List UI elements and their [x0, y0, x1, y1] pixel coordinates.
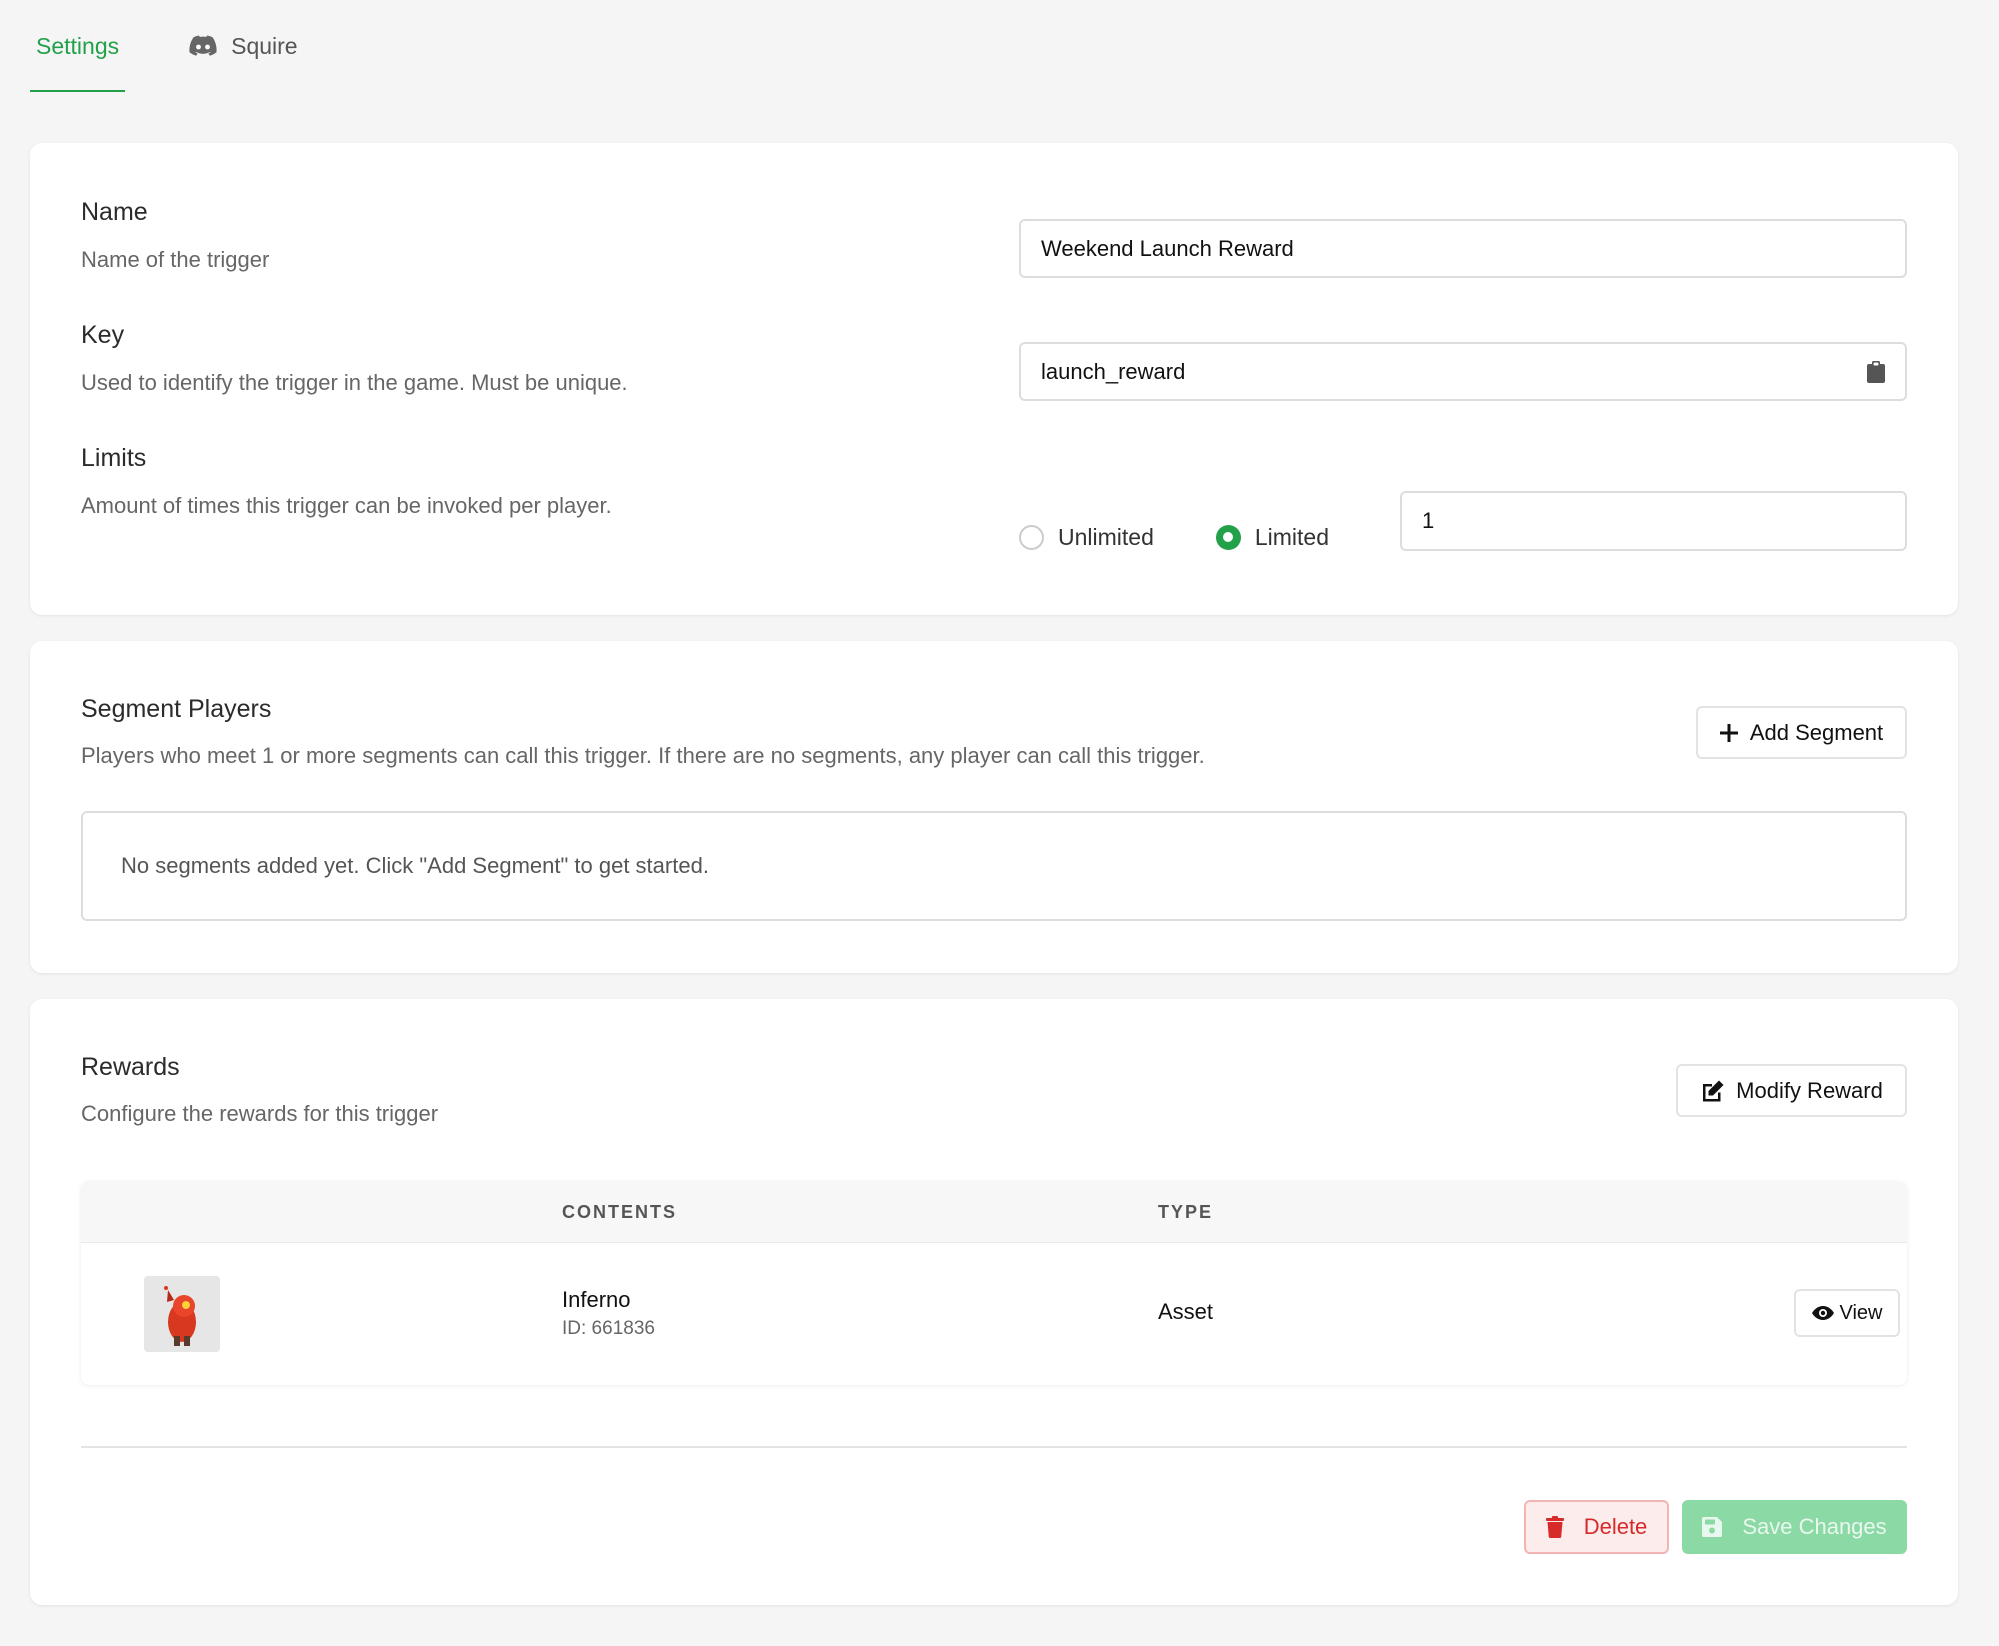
limits-radio-group: Unlimited Limited	[1019, 507, 1391, 567]
name-input[interactable]: Weekend Launch Reward	[1019, 219, 1907, 278]
save-icon	[1702, 1517, 1723, 1537]
rewards-description: Configure the rewards for this trigger	[81, 1101, 439, 1126]
trash-icon	[1545, 1516, 1564, 1538]
key-input-value: launch_reward	[1041, 358, 1186, 384]
segment-players-description: Players who meet 1 or more segments can …	[81, 743, 1205, 768]
limit-count-value: 1	[1422, 508, 1435, 533]
reward-thumbnail	[144, 1276, 220, 1352]
modify-reward-button[interactable]: Modify Reward	[1676, 1064, 1907, 1117]
add-segment-button[interactable]: Add Segment	[1696, 706, 1907, 759]
name-description: Name of the trigger	[81, 247, 270, 272]
save-changes-button[interactable]: Save Changes	[1682, 1500, 1907, 1554]
tab-settings[interactable]: Settings	[30, 0, 126, 92]
reward-name: Inferno	[562, 1287, 631, 1312]
reward-id: ID: 661836	[562, 1318, 655, 1339]
tab-squire[interactable]: Squire	[183, 0, 303, 92]
rewards-card: Rewards Configure the rewards for this t…	[30, 999, 1958, 1605]
clipboard-icon[interactable]	[1867, 361, 1885, 383]
modify-reward-label: Modify Reward	[1736, 1077, 1883, 1103]
rewards-table: CONTENTS TYPE Inferno ID: 661836 Asset V…	[81, 1181, 1907, 1385]
limit-count-input[interactable]: 1	[1400, 491, 1907, 551]
edit-icon	[1703, 1080, 1724, 1101]
key-description: Used to identify the trigger in the game…	[81, 370, 628, 395]
tab-squire-label: Squire	[231, 32, 298, 59]
key-label: Key	[81, 321, 125, 349]
limits-label: Limits	[81, 444, 147, 472]
plus-icon	[1719, 723, 1738, 742]
discord-icon	[189, 35, 217, 56]
column-header-type: TYPE	[1158, 1201, 1214, 1222]
radio-unlimited[interactable]: Unlimited	[1019, 524, 1154, 551]
radio-limited-label: Limited	[1254, 523, 1330, 550]
reward-type: Asset	[1158, 1299, 1214, 1324]
radio-unlimited-label: Unlimited	[1058, 523, 1154, 550]
save-changes-label: Save Changes	[1742, 1514, 1887, 1539]
radio-unlimited-circle	[1019, 524, 1044, 550]
column-header-contents: CONTENTS	[562, 1201, 677, 1222]
view-reward-label: View	[1839, 1301, 1883, 1324]
tab-bar: Settings Squire	[30, 0, 362, 92]
radio-limited-circle	[1215, 524, 1241, 550]
segments-empty-state: No segments added yet. Click "Add Segmen…	[81, 811, 1907, 921]
delete-label: Delete	[1583, 1514, 1648, 1539]
rewards-table-header: CONTENTS TYPE	[81, 1181, 1907, 1243]
delete-button[interactable]: Delete	[1524, 1500, 1669, 1554]
name-label: Name	[81, 198, 148, 226]
tab-settings-label: Settings	[36, 32, 120, 59]
footer-divider	[81, 1446, 1907, 1448]
inferno-creature-image	[144, 1276, 220, 1352]
name-input-value: Weekend Launch Reward	[1041, 235, 1294, 261]
segment-players-card: Segment Players Players who meet 1 or mo…	[30, 641, 1958, 973]
add-segment-label: Add Segment	[1749, 719, 1884, 745]
table-row: Inferno ID: 661836 Asset View	[81, 1243, 1907, 1385]
limits-description: Amount of times this trigger can be invo…	[81, 493, 612, 518]
rewards-title: Rewards	[81, 1053, 180, 1081]
key-input[interactable]: launch_reward	[1019, 342, 1907, 401]
segment-players-title: Segment Players	[81, 695, 272, 723]
trigger-settings-card: Name Name of the trigger Weekend Launch …	[30, 143, 1958, 615]
eye-icon	[1811, 1306, 1834, 1320]
segments-empty-text: No segments added yet. Click "Add Segmen…	[121, 853, 709, 878]
view-reward-button[interactable]: View	[1794, 1289, 1900, 1337]
radio-limited[interactable]: Limited	[1215, 523, 1330, 551]
